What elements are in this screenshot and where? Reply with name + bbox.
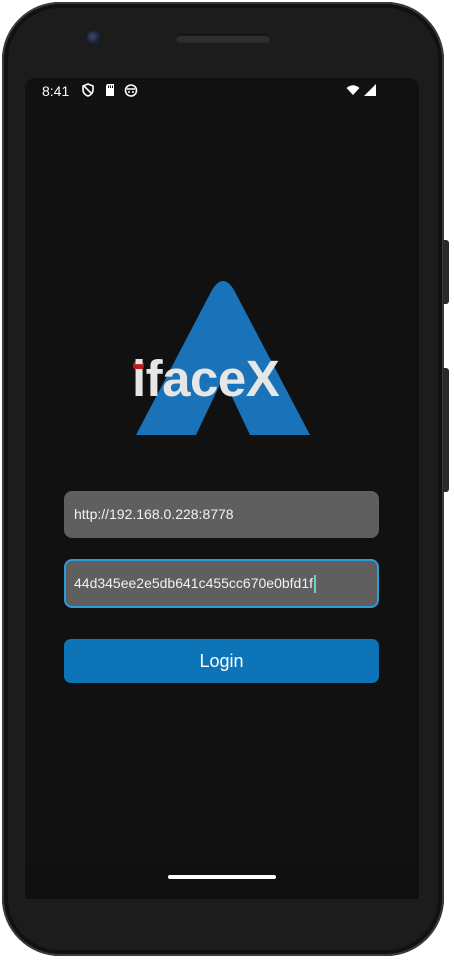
shield-icon bbox=[81, 83, 95, 97]
server-url-field[interactable]: http://192.168.0.228:8778 bbox=[64, 491, 379, 538]
logo-text: ifaceX bbox=[132, 350, 280, 407]
token-value: 44d345ee2e5db641c455cc670e0bfd1f bbox=[74, 575, 314, 591]
cell-signal-icon bbox=[363, 83, 377, 97]
text-cursor bbox=[314, 575, 317, 594]
app-screen: 8:41 ifaceX http://192.168.0.228:8778 44… bbox=[25, 78, 419, 865]
token-field[interactable]: 44d345ee2e5db641c455cc670e0bfd1f bbox=[64, 559, 379, 608]
sd-card-icon bbox=[103, 83, 117, 97]
front-camera bbox=[87, 31, 101, 45]
volume-button bbox=[443, 368, 449, 492]
earpiece-speaker bbox=[175, 34, 271, 43]
wifi-icon bbox=[346, 83, 360, 97]
status-bar: 8:41 bbox=[25, 78, 419, 104]
navigation-bar bbox=[25, 865, 419, 899]
login-button[interactable]: Login bbox=[64, 639, 379, 683]
home-gesture-handle[interactable] bbox=[168, 875, 276, 879]
status-time: 8:41 bbox=[42, 83, 70, 99]
notification-app-icon bbox=[124, 83, 138, 97]
server-url-value: http://192.168.0.228:8778 bbox=[74, 506, 234, 522]
power-button bbox=[443, 240, 449, 304]
